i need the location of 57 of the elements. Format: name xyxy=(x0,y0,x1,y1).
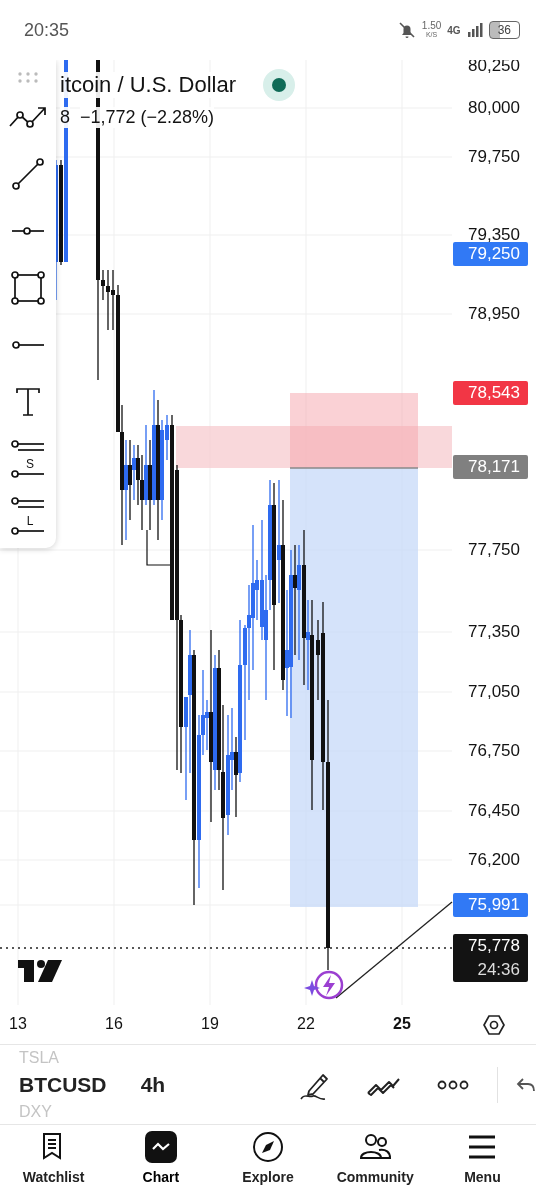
step-line xyxy=(146,529,173,566)
nav-tab[interactable]: Explore xyxy=(214,1125,322,1200)
signal-icon xyxy=(466,22,483,38)
price-tag: 75,991 xyxy=(453,893,528,917)
price-label: 78,950 xyxy=(468,304,520,324)
nav-tab[interactable]: Community xyxy=(321,1125,429,1200)
price-tag: 78,171 xyxy=(453,455,528,479)
undo-icon[interactable] xyxy=(516,1075,536,1094)
rectangle-icon[interactable] xyxy=(10,269,46,306)
settings-icon[interactable] xyxy=(482,1013,506,1037)
interval-picker[interactable]: 4h xyxy=(140,1072,281,1097)
network-speed: 1.50 xyxy=(421,21,442,30)
drag-handle-icon[interactable] xyxy=(17,71,39,83)
nav-tab[interactable]: Menu xyxy=(428,1125,536,1200)
price-label: 77,750 xyxy=(468,540,520,560)
horizontal-ray-icon[interactable] xyxy=(11,339,45,350)
compass-icon xyxy=(252,1131,284,1163)
nav-label: Chart xyxy=(142,1169,180,1185)
nav-label: Watchlist xyxy=(22,1169,85,1185)
trend-line-icon[interactable] xyxy=(11,156,45,191)
nav-label: Menu xyxy=(464,1169,501,1185)
price-change: −1,772 (−2.28%) xyxy=(80,107,215,128)
price-label: 79,350 xyxy=(468,225,520,245)
price-value: 75,778 xyxy=(468,936,520,955)
lightning-sparkle-icon[interactable] xyxy=(304,970,344,1000)
date-label: 22 xyxy=(296,1015,316,1033)
last-price: 8 xyxy=(60,107,70,128)
nav-tab[interactable]: Chart xyxy=(107,1125,215,1200)
price-label: 79,750 xyxy=(468,147,520,167)
price-label: 80,250 xyxy=(468,60,520,76)
symbol-title: itcoin / U.S. Dollar xyxy=(60,72,237,98)
chart-icon xyxy=(144,1131,177,1163)
muted-bell-icon xyxy=(397,21,416,39)
symbol-picker[interactable]: BTCUSD xyxy=(19,1067,141,1102)
clock-time: 20:35 xyxy=(24,19,71,41)
horizontal-line-icon[interactable] xyxy=(11,225,45,236)
price-label: 76,750 xyxy=(468,741,520,761)
network-type: 4G xyxy=(447,24,461,36)
nav-label: Explore xyxy=(242,1169,294,1185)
nav-tab[interactable]: Watchlist xyxy=(0,1125,108,1200)
nav-label: Community xyxy=(336,1169,414,1185)
price-label: 76,200 xyxy=(468,850,520,870)
countdown-timer: 24:36 xyxy=(476,959,520,981)
price-label: 77,050 xyxy=(468,682,520,702)
battery-level: 36 xyxy=(488,21,520,39)
price-tag: 78,543 xyxy=(453,381,528,405)
price-label: 80,000 xyxy=(468,98,520,118)
date-label: 25 xyxy=(392,1015,412,1033)
logo-icon xyxy=(18,960,62,982)
more-icon[interactable] xyxy=(437,1078,469,1091)
date-label: 16 xyxy=(104,1015,124,1033)
price-label: 76,450 xyxy=(468,801,520,821)
price-label: 77,350 xyxy=(468,622,520,642)
text-tool-icon[interactable] xyxy=(14,386,42,417)
date-label: 13 xyxy=(8,1015,28,1033)
price-tag: 79,250 xyxy=(453,242,528,266)
date-label: 19 xyxy=(200,1015,220,1033)
